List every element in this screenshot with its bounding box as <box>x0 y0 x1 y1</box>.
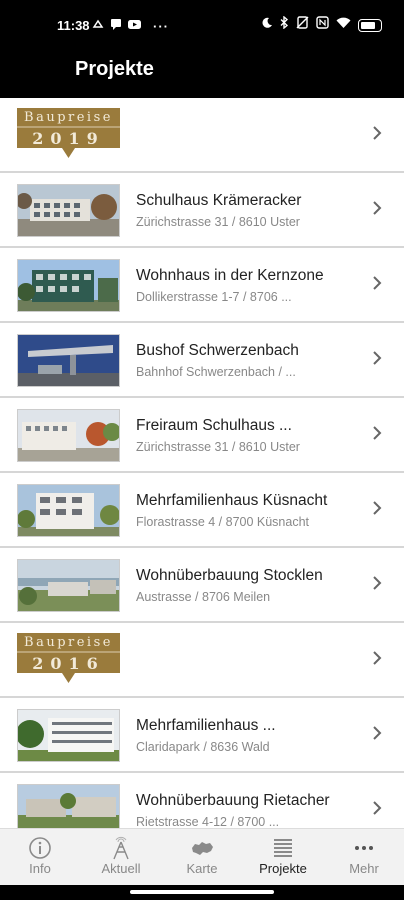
wifi-icon <box>336 16 351 34</box>
more-icon <box>352 836 376 860</box>
tab-label: Projekte <box>259 861 307 876</box>
section-row-2019[interactable]: Baupreise 2019 <box>0 98 404 173</box>
no-sim-icon <box>296 16 309 34</box>
tab-aktuell[interactable]: Aktuell <box>81 829 161 886</box>
switzerland-map-icon <box>190 836 214 860</box>
project-row[interactable]: Freiraum Schulhaus ... Zürichstrasse 31 … <box>0 398 404 473</box>
status-bar: 11:38 ··· 61 <box>0 0 404 52</box>
project-title: Mehrfamilienhaus Küsnacht <box>136 492 328 509</box>
project-list[interactable]: Baupreise 2019 Schulhaus Krämeracker Zür… <box>0 98 404 828</box>
chevron-right-icon <box>372 200 382 216</box>
project-row[interactable]: Wohnüberbauung Rietacher Rietstrasse 4-1… <box>0 773 404 828</box>
project-thumbnail <box>17 559 120 612</box>
tab-label: Aktuell <box>101 861 141 876</box>
page-title: Projekte <box>75 58 154 80</box>
project-row[interactable]: Mehrfamilienhaus ... Claridapark / 8636 … <box>0 698 404 773</box>
battery-icon: 61 <box>358 18 382 32</box>
tab-projekte[interactable]: Projekte <box>243 829 323 886</box>
project-address: Rietstrasse 4-12 / 8700 ... <box>136 815 280 828</box>
chevron-right-icon <box>372 425 382 441</box>
bottom-tab-bar: Info Aktuell Karte Projekte Mehr <box>0 828 404 885</box>
chevron-right-icon <box>372 350 382 366</box>
list-icon <box>271 836 295 860</box>
project-title: Wohnüberbauung Stocklen <box>136 567 323 584</box>
moon-icon <box>261 16 273 34</box>
project-address: Bahnhof Schwerzenbach / ... <box>136 365 296 379</box>
badge-word: Baupreise <box>24 635 113 650</box>
nfc-icon <box>316 16 329 34</box>
youtube-icon <box>128 17 141 35</box>
status-time: 11:38 <box>57 18 90 33</box>
home-indicator[interactable] <box>130 890 274 894</box>
project-address: Austrasse / 8706 Meilen <box>136 590 271 604</box>
cloud-sync-icon <box>92 17 104 35</box>
project-address: Zürichstrasse 31 / 8610 Uster <box>136 440 300 454</box>
project-title: Wohnhaus in der Kernzone <box>136 267 324 284</box>
tab-label: Karte <box>186 861 218 876</box>
project-row[interactable]: Schulhaus Krämeracker Zürichstrasse 31 /… <box>0 173 404 248</box>
chevron-right-icon <box>372 275 382 291</box>
project-thumbnail <box>17 709 120 762</box>
project-thumbnail <box>17 334 120 387</box>
tab-label: Mehr <box>349 861 379 876</box>
badge-year: 2016 <box>32 654 105 673</box>
app-header: Projekte <box>0 52 404 98</box>
tab-info[interactable]: Info <box>0 829 80 886</box>
project-title: Wohnüberbauung Rietacher <box>136 792 330 809</box>
chevron-right-icon <box>372 500 382 516</box>
status-left-icons: ··· <box>92 17 169 35</box>
antenna-icon <box>109 836 133 860</box>
tab-label: Info <box>29 861 51 876</box>
baupreise-badge: Baupreise 2019 <box>17 108 120 160</box>
project-address: Claridapark / 8636 Wald <box>136 740 270 754</box>
project-row[interactable]: Wohnüberbauung Stocklen Austrasse / 8706… <box>0 548 404 623</box>
status-right-icons: 61 <box>261 15 382 34</box>
bluetooth-icon <box>280 15 289 34</box>
project-title: Bushof Schwerzenbach <box>136 342 299 359</box>
project-address: Zürichstrasse 31 / 8610 Uster <box>136 215 300 229</box>
chevron-right-icon <box>372 575 382 591</box>
chevron-right-icon <box>372 650 382 666</box>
chevron-right-icon <box>372 725 382 741</box>
status-more: ··· <box>153 18 169 34</box>
info-icon <box>28 836 52 860</box>
project-thumbnail <box>17 484 120 537</box>
badge-year: 2019 <box>32 129 105 148</box>
section-row-2016[interactable]: Baupreise 2016 <box>0 623 404 698</box>
chevron-right-icon <box>372 800 382 816</box>
project-thumbnail <box>17 184 120 237</box>
project-thumbnail <box>17 409 120 462</box>
tab-karte[interactable]: Karte <box>162 829 242 886</box>
baupreise-badge: Baupreise 2016 <box>17 633 120 685</box>
project-title: Freiraum Schulhaus ... <box>136 417 292 434</box>
tab-mehr[interactable]: Mehr <box>324 829 404 886</box>
project-title: Schulhaus Krämeracker <box>136 192 302 209</box>
project-row[interactable]: Wohnhaus in der Kernzone Dollikerstrasse… <box>0 248 404 323</box>
project-address: Florastrasse 4 / 8700 Küsnacht <box>136 515 310 529</box>
chevron-right-icon <box>372 125 382 141</box>
project-thumbnail <box>17 259 120 312</box>
message-icon <box>110 17 122 35</box>
project-row[interactable]: Mehrfamilienhaus Küsnacht Florastrasse 4… <box>0 473 404 548</box>
project-thumbnail <box>17 784 120 828</box>
project-row[interactable]: Bushof Schwerzenbach Bahnhof Schwerzenba… <box>0 323 404 398</box>
badge-word: Baupreise <box>24 110 113 125</box>
system-nav-bar <box>0 885 404 900</box>
project-address: Dollikerstrasse 1-7 / 8706 ... <box>136 290 292 304</box>
project-title: Mehrfamilienhaus ... <box>136 717 276 734</box>
